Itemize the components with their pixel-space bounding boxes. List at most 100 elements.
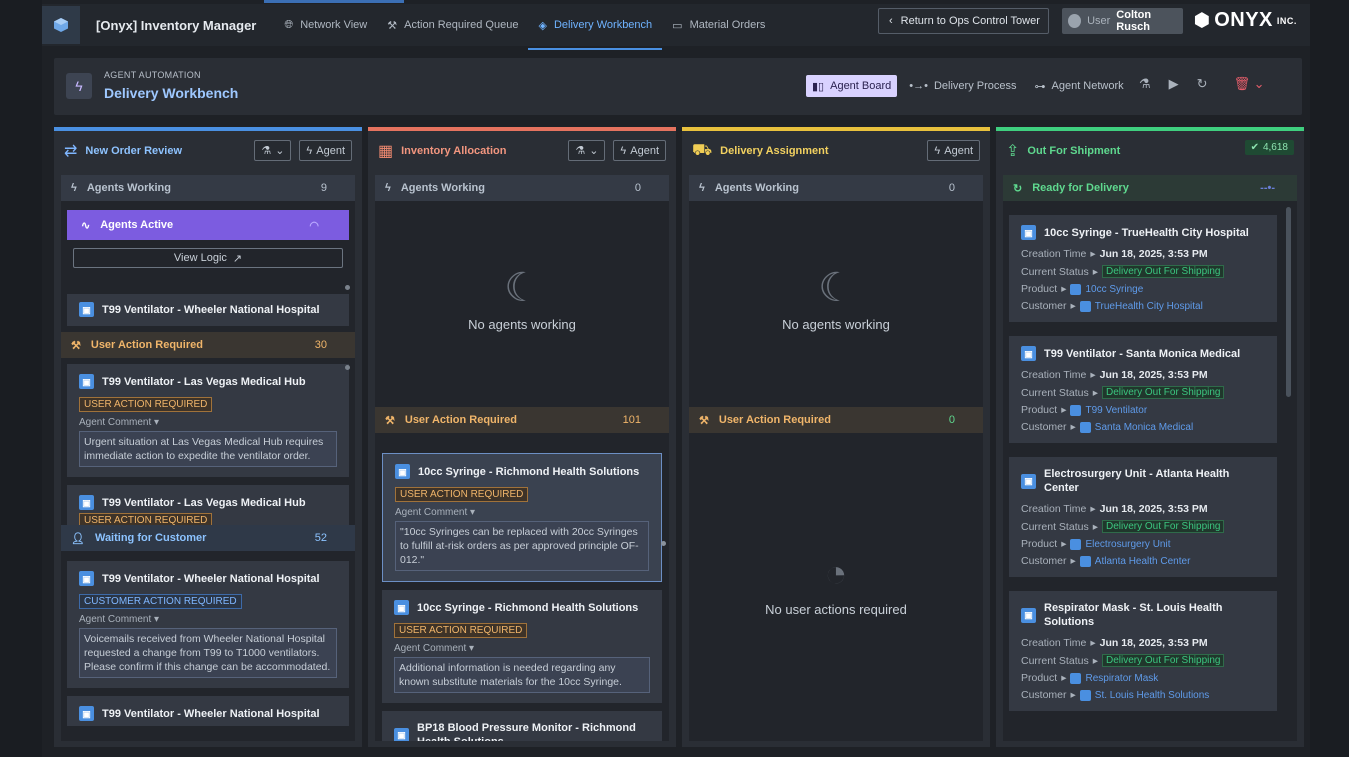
order-card[interactable]: ▣ T99 Ventilator - Wheeler National Hospi… [67,696,349,726]
flask-dropdown-button[interactable]: ⚗ ⌄ [568,140,606,161]
product-label: Product [1021,283,1058,295]
shipment-count-badge: ✔ 4,618 [1244,140,1294,155]
product-link[interactable]: T99 Ventilator [1085,405,1147,416]
tab-delivery-workbench[interactable]: ◈ Delivery Workbench [528,4,662,50]
user-avatar-icon [1068,14,1082,28]
product-link[interactable]: Respirator Mask [1085,673,1158,684]
scroll-indicator[interactable] [661,541,666,546]
agent-board-button[interactable]: ▮▯ Agent Board [806,75,898,97]
card-title: T99 Ventilator - Wheeler National Hospit… [102,303,320,316]
section-user-action-required[interactable]: ⚒ User Action Required 30 [61,332,355,358]
check-icon: ✔ [1250,142,1259,153]
flask-dropdown-button[interactable]: ⚗ ⌄ [254,140,292,161]
column-header: ⇪ Out For Shipment ✔ 4,618 [996,131,1304,171]
card-title: T99 Ventilator - Wheeler National Hospit… [102,572,320,585]
status-label: Current Status [1021,265,1089,278]
scrollbar[interactable] [1286,207,1291,397]
customer-icon [1079,300,1091,312]
onyx-hex-icon: ⬢ [1194,10,1211,30]
scroll-indicator[interactable] [345,365,350,370]
refresh-icon[interactable]: ↻ [1197,76,1208,92]
section-user-action-required[interactable]: ⚒ User Action Required 101 [375,407,669,433]
customer-link[interactable]: St. Louis Health Solutions [1095,690,1210,701]
order-icon: ▣ [1021,346,1036,361]
view-label: Agent Network [1051,80,1124,92]
section-label: Agents Working [400,182,485,194]
status-badge: USER ACTION REQUIRED [79,397,213,412]
section-count: 101 [622,414,641,426]
section-count: 9 [320,182,327,194]
section-waiting-for-customer[interactable]: 👤︎ Waiting for Customer 52 [61,525,355,551]
product-link[interactable]: Electrosurgery Unit [1085,539,1170,550]
lightning-icon: ϟ [620,144,627,157]
agent-comment: Voicemails received from Wheeler Nationa… [79,628,337,678]
inbox-icon: ▭ [672,19,683,32]
section-label: Agents Working [714,182,799,194]
tab-network-view[interactable]: 🌐︎ Network View [274,4,377,46]
lightning-icon: ϟ [71,182,77,194]
scroll-indicator[interactable] [345,285,350,290]
order-icon: ▣ [1021,225,1036,240]
section-count: 30 [314,339,327,351]
view-logic-button[interactable]: View Logic ↗ [73,248,343,268]
app-window: ••• [Onyx] Inventory Manager 🌐︎Network V… [42,0,1310,757]
creation-time: Jun 18, 2025, 3:53 PM [1099,369,1208,381]
shipment-card[interactable]: ▣ T99 Ventilator - Santa Monica Medical C… [1009,336,1277,443]
customer-link[interactable]: TrueHealth City Hospital [1095,301,1203,312]
order-card[interactable]: ▣ T99 Ventilator - Wheeler National Hospi… [67,294,349,326]
empty-agents-state: ☾ No agents working [375,265,669,332]
column-inventory-allocation: ▦ Inventory Allocation ⚗ ⌄ ϟ Agent ϟ Agent… [368,127,676,747]
brand-suffix: INC. [1276,15,1297,26]
play-icon[interactable]: ▶ [1169,76,1179,92]
delete-icon[interactable]: 🗑︎ ⌄ [1234,76,1265,92]
empty-user-actions-state: ◔ No user actions required [689,553,983,617]
status-badge: CUSTOMER ACTION REQUIRED [79,594,242,609]
section-user-action-required[interactable]: ⚒ User Action Required 0 [689,407,983,433]
order-card[interactable]: ▣ T99 Ventilator - Las Vegas Medical Hub … [67,364,349,477]
lightning-icon: ϟ [934,144,941,157]
shipment-card[interactable]: ▣ Electrosurgery Unit - Atlanta Health Ce… [1009,457,1277,577]
agent-button[interactable]: ϟ Agent [927,140,980,161]
empty-label: No user actions required [765,602,907,617]
order-icon: ▣ [394,727,409,741]
agent-network-button[interactable]: ⊶ Agent Network [1029,75,1130,97]
customer-link[interactable]: Santa Monica Medical [1095,422,1193,433]
column-body: ϟ Agents Working 0 ☾ No agents working ⚒… [689,175,983,741]
comment-label: Agent Comment [79,417,152,428]
shipment-card[interactable]: ▣ 10cc Syringe - TrueHealth City Hospital… [1009,215,1277,322]
section-ready-for-delivery[interactable]: ↻ Ready for Delivery --•- [1003,175,1297,201]
order-icon: ▣ [1021,473,1036,489]
agent-button[interactable]: ϟ Agent [299,140,352,161]
order-card[interactable]: ▣ BP18 Blood Pressure Monitor - Richmond … [382,711,662,741]
customer-link[interactable]: Atlanta Health Center [1095,556,1191,567]
agents-active-banner[interactable]: ∿ Agents Active ◠ [67,210,349,240]
brand-logo: ⬢ ONYX INC. [1194,9,1297,32]
creation-label: Creation Time [1021,503,1087,515]
section-agents-working[interactable]: ϟ Agents Working 0 [375,175,669,201]
customer-label: Customer [1021,555,1067,567]
user-chip[interactable]: User Colton Rusch [1062,8,1183,34]
card-title: T99 Ventilator - Las Vegas Medical Hub [102,496,306,509]
section-agents-working[interactable]: ϟ Agents Working 0 [689,175,983,201]
product-icon [1070,283,1082,295]
empty-agents-state: ☾ No agents working [689,265,983,332]
order-card[interactable]: ▣ 10cc Syringe - Richmond Health Solution… [382,590,662,703]
return-to-ops-button[interactable]: ‹ Return to Ops Control Tower [878,8,1049,34]
app-logo-icon[interactable] [42,6,80,44]
order-card-selected[interactable]: ▣ 10cc Syringe - Richmond Health Solution… [382,453,662,582]
order-card[interactable]: ▣ T99 Ventilator - Wheeler National Hospi… [67,561,349,688]
status-label: Current Status [1021,654,1089,667]
tab-action-required-queue[interactable]: ⚒ Action Required Queue [377,4,528,46]
order-icon: ▣ [79,495,94,510]
order-card[interactable]: ▣ T99 Ventilator - Las Vegas Medical Hub … [67,485,349,528]
agent-button[interactable]: ϟ Agent [613,140,666,161]
product-label: Product [1021,672,1058,684]
card-title: 10cc Syringe - Richmond Health Solutions [418,465,640,478]
shipment-card[interactable]: ▣ Respirator Mask - St. Louis Health Solu… [1009,591,1277,711]
column-body: ↻ Ready for Delivery --•- ▣ 10cc Syringe … [1003,175,1297,741]
section-agents-working[interactable]: ϟ Agents Working 9 [61,175,355,201]
product-link[interactable]: 10cc Syringe [1085,284,1143,295]
flask-icon[interactable]: ⚗ [1139,76,1151,92]
tab-material-orders[interactable]: ▭ Material Orders [662,4,775,46]
delivery-process-button[interactable]: •→• Delivery Process [903,75,1022,97]
